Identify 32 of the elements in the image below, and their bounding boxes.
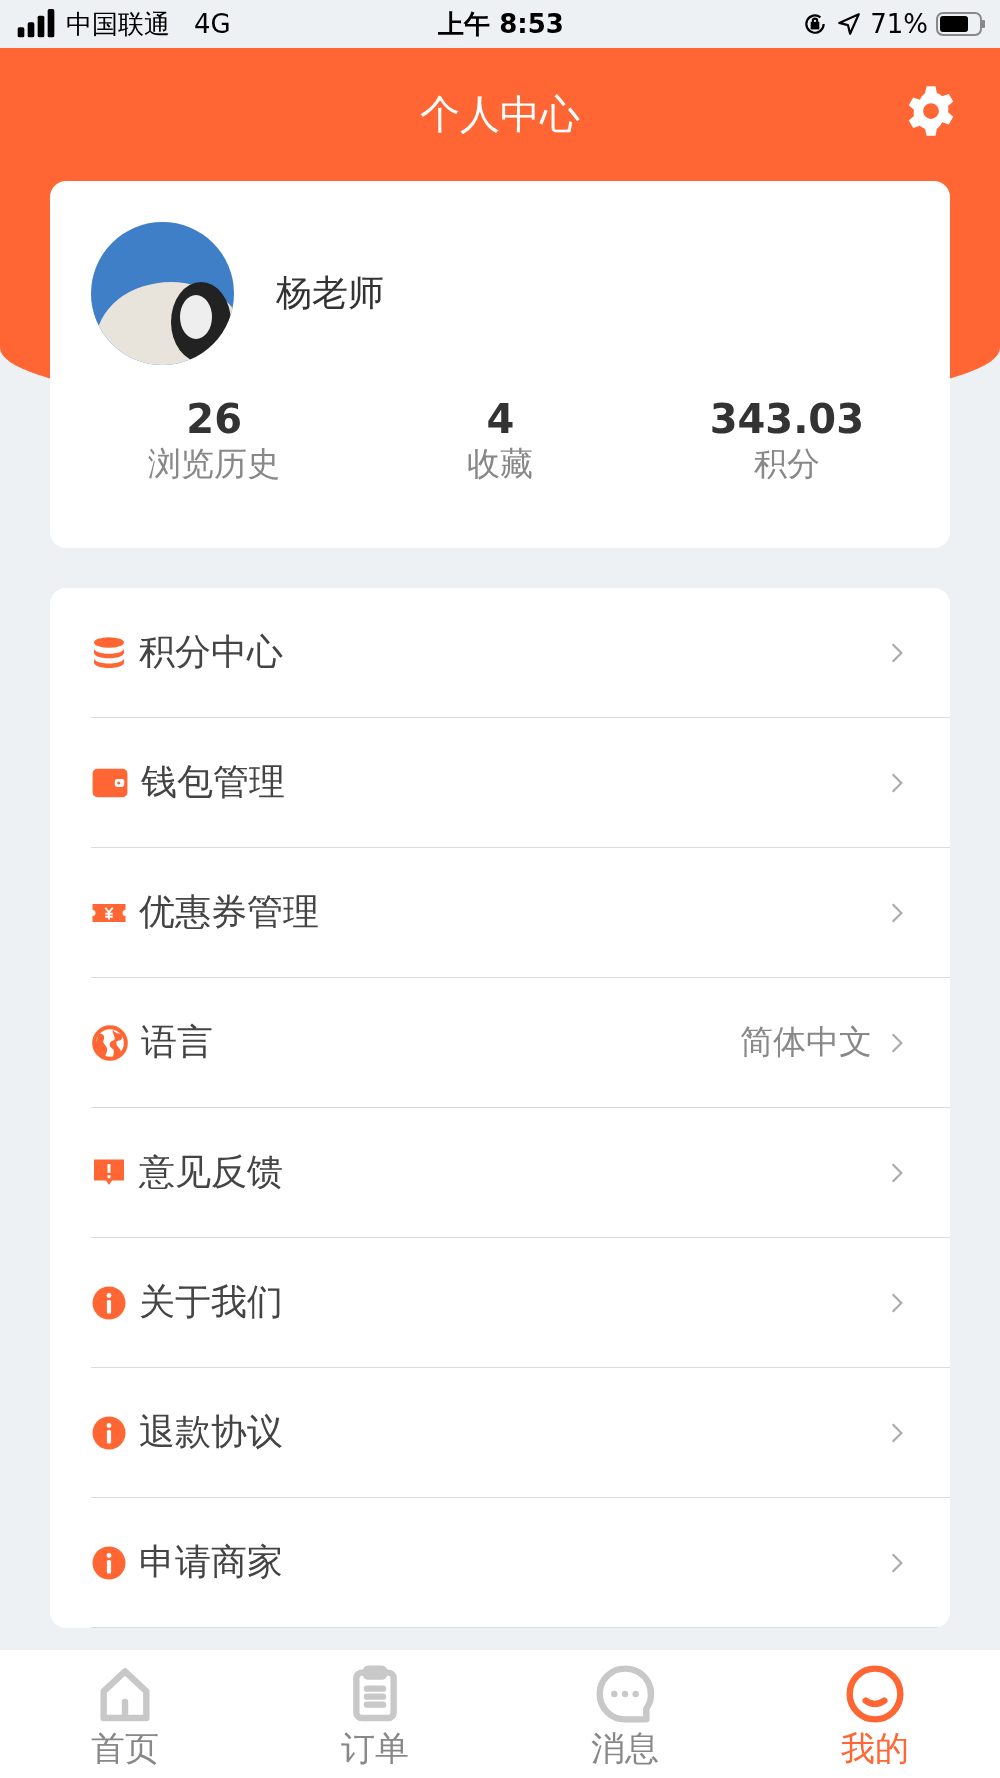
coins-icon <box>91 634 127 671</box>
status-time: 上午 8:53 <box>438 7 564 41</box>
stat-value: 343.03 <box>709 395 864 443</box>
carrier-name: 中国联通 <box>66 7 170 41</box>
globe-icon <box>91 1023 129 1062</box>
stat-value: 26 <box>186 395 242 443</box>
tab[interactable]: 订单 <box>250 1650 500 1778</box>
menu-item[interactable]: 关于我们 <box>91 1238 950 1368</box>
info-icon <box>91 1414 127 1451</box>
stat-value: 4 <box>486 395 515 443</box>
battery-icon <box>936 11 986 37</box>
menu-item[interactable]: 意见反馈 <box>91 1108 950 1238</box>
info-icon <box>91 1544 127 1581</box>
menu-item[interactable]: 退款协议 <box>91 1368 950 1498</box>
menu-item[interactable]: 钱包管理 <box>91 718 950 848</box>
page-title: 个人中心 <box>420 90 580 139</box>
menu-value: 简体中文 <box>740 1021 872 1063</box>
network-type: 4G <box>194 9 231 39</box>
stat-label: 积分 <box>753 443 820 485</box>
tab[interactable]: 首页 <box>0 1650 250 1778</box>
chat-bubble-icon <box>593 1662 657 1726</box>
stat-label: 收藏 <box>467 443 534 485</box>
battery-percent: 71% <box>870 9 928 39</box>
menu-item[interactable]: 语言 简体中文 <box>91 978 950 1108</box>
location-arrow-icon <box>836 11 863 37</box>
menu-item[interactable]: 申请商家 <box>91 1498 950 1628</box>
tab[interactable]: 消息 <box>500 1650 750 1778</box>
menu-item[interactable]: 积分中心 <box>91 588 950 718</box>
user-name: 杨老师 <box>276 271 384 315</box>
menu-item[interactable]: 优惠券管理 <box>91 848 950 978</box>
stat-label: 浏览历史 <box>148 443 281 485</box>
info-icon <box>91 1284 127 1321</box>
